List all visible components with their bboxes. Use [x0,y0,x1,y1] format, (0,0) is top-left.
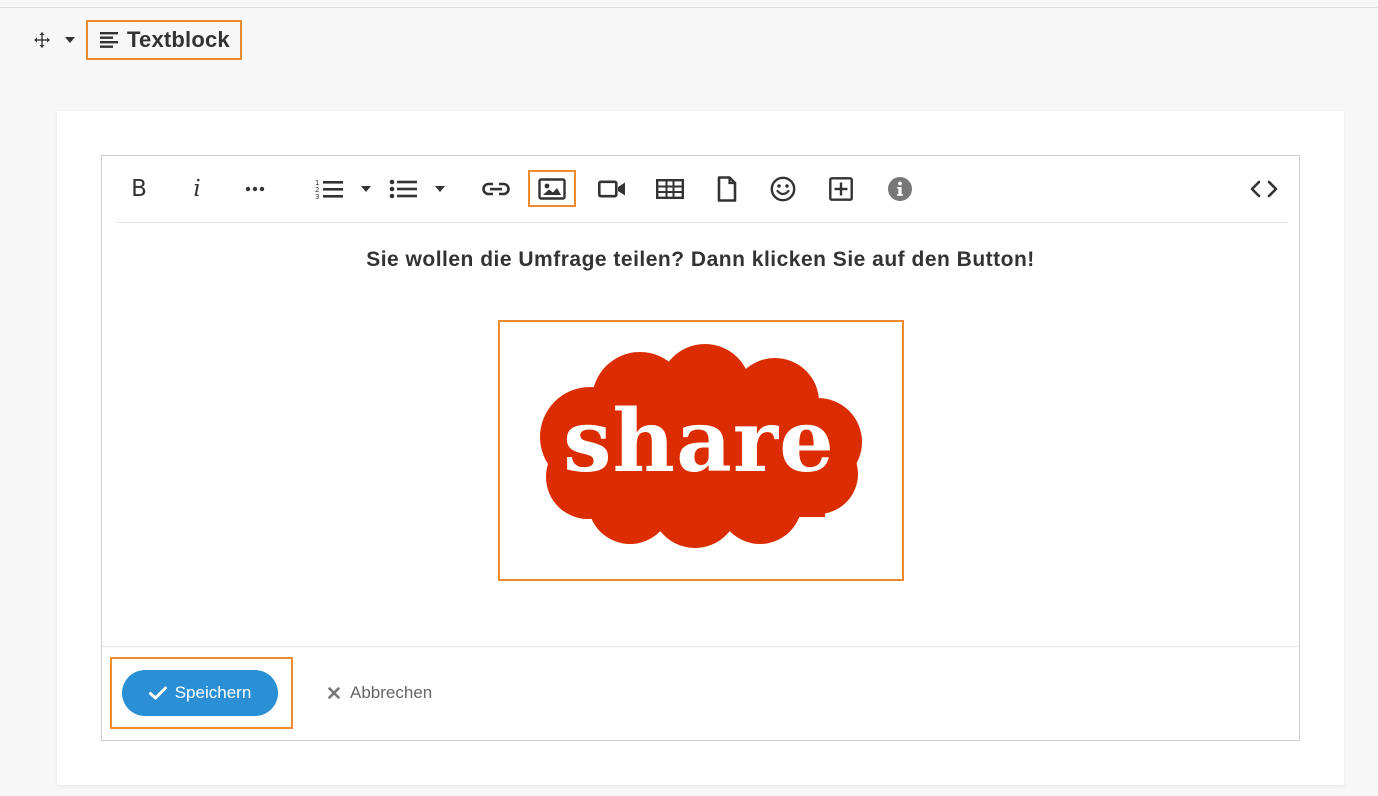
cancel-label: Abbrechen [350,683,433,702]
bold-button[interactable]: B [124,172,154,206]
align-left-icon [100,32,118,48]
cancel-button[interactable]: Abbrechen [328,680,432,706]
block-title: Textblock [127,27,230,52]
emoji-icon[interactable] [768,172,798,206]
share-cloud-image: share [540,344,862,548]
content-headline: Sie wollen die Umfrage teilen? Dann klic… [366,248,1035,271]
editor-footer: Speichern Abbrechen [102,646,1299,740]
editor-card: B i 1 2 3 Sie wollen die Umfrage teilen?… [57,111,1344,785]
table-icon[interactable] [652,172,688,206]
close-icon [328,687,340,699]
save-button[interactable]: Speichern [122,670,278,716]
ordered-list-options-icon[interactable] [356,172,376,206]
link-icon[interactable] [478,172,514,206]
rich-text-editor: B i 1 2 3 Sie wollen die Umfrage teilen?… [101,155,1300,741]
save-label: Speichern [174,683,252,702]
svg-text:3: 3 [315,193,319,200]
top-divider [0,7,1378,8]
video-icon[interactable] [594,172,630,206]
caret-down-icon[interactable] [60,28,80,52]
block-title-box: Textblock [86,20,242,60]
bullet-list-options-icon[interactable] [430,172,450,206]
check-icon [148,686,167,700]
block-header: Textblock [30,20,242,60]
add-icon[interactable] [826,172,856,206]
editor-toolbar: B i 1 2 3 [116,156,1288,223]
editor-content[interactable]: Sie wollen die Umfrage teilen? Dann klic… [102,224,1299,646]
source-code-icon[interactable] [1246,172,1282,206]
italic-button[interactable]: i [182,172,212,206]
bullet-list-icon[interactable] [386,172,422,206]
file-icon[interactable] [712,172,742,206]
info-icon[interactable] [885,172,915,206]
share-image[interactable]: share [498,320,904,581]
more-icon[interactable] [240,172,270,206]
share-text: share [563,391,835,492]
ordered-list-icon[interactable]: 1 2 3 [312,172,348,206]
image-icon[interactable] [528,170,576,207]
move-icon[interactable] [30,28,54,52]
